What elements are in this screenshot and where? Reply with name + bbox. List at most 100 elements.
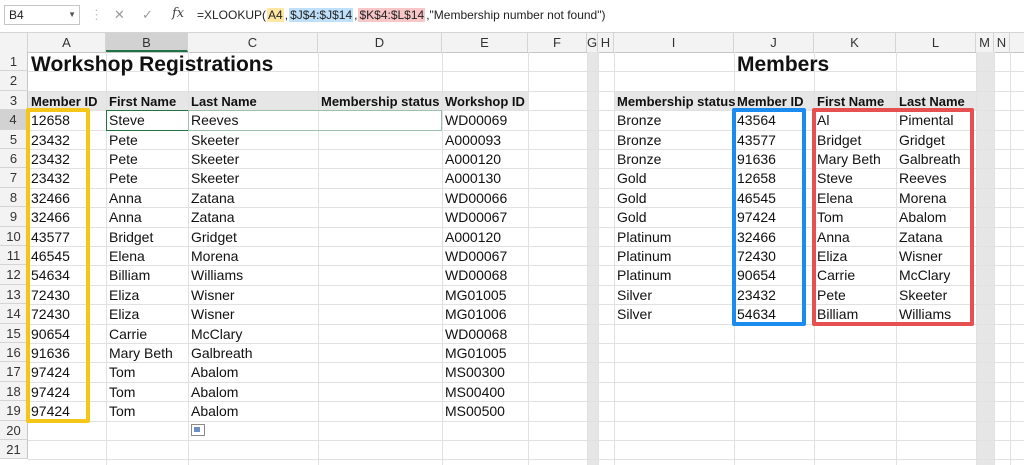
row-header-14[interactable]: 14 (0, 304, 28, 324)
column-header-h[interactable]: H (598, 33, 614, 52)
paste-options-icon[interactable] (191, 423, 205, 436)
table-cell[interactable]: Billiam (109, 266, 150, 285)
formula-input[interactable]: =XLOOKUP(A4, $J$4:$J$14, $K$4:$L$14 ,"Membe… (196, 5, 1016, 25)
table-cell[interactable]: Silver (617, 286, 652, 305)
column-header-m[interactable]: M (976, 33, 994, 52)
table-cell[interactable]: Gridget (191, 228, 237, 247)
table-cell[interactable]: Abalom (191, 383, 238, 402)
column-header-b[interactable]: B (106, 33, 188, 52)
table-cell[interactable]: Zatana (191, 208, 235, 227)
row-header-12[interactable]: 12 (0, 265, 28, 285)
table-cell[interactable]: Elena (109, 247, 145, 266)
table-cell[interactable]: Eliza (109, 286, 139, 305)
insert-function-icon[interactable]: fx (172, 6, 184, 21)
table-cell[interactable]: Eliza (109, 305, 139, 324)
column-header-i[interactable]: I (614, 33, 734, 52)
table-cell[interactable]: Gold (617, 169, 647, 188)
table-cell[interactable]: Gold (617, 208, 647, 227)
table-cell[interactable]: Bronze (617, 131, 661, 150)
row-header-17[interactable]: 17 (0, 362, 28, 382)
table-cell[interactable]: MG01005 (445, 344, 506, 363)
table-cell[interactable]: Mary Beth (109, 344, 173, 363)
table-cell[interactable]: McClary (191, 325, 242, 344)
table-cell[interactable]: MG01006 (445, 305, 506, 324)
enter-icon[interactable]: ✓ (142, 7, 153, 23)
table-cell[interactable]: Morena (191, 247, 238, 266)
table-cell[interactable]: Platinum (617, 228, 671, 247)
table-cell[interactable]: Zatana (191, 189, 235, 208)
row-header-18[interactable]: 18 (0, 381, 28, 402)
table-cell[interactable]: Pete (109, 169, 138, 188)
table-cell[interactable]: Pete (109, 131, 138, 150)
row-header-5[interactable]: 5 (0, 129, 28, 149)
cancel-icon[interactable]: ✕ (114, 7, 125, 23)
column-header-c[interactable]: C (188, 33, 318, 52)
table-cell[interactable]: Tom (109, 363, 135, 382)
table-cell[interactable]: MS00400 (445, 383, 505, 402)
table-cell[interactable]: A000120 (445, 228, 501, 247)
table-cell[interactable]: Abalom (191, 402, 238, 421)
table-cell[interactable]: Skeeter (191, 131, 239, 150)
row-header-4[interactable]: 4 (0, 110, 28, 130)
table-cell[interactable]: Abalom (191, 363, 238, 382)
table-cell[interactable]: WD00069 (445, 111, 507, 130)
row-header-2[interactable]: 2 (0, 71, 28, 91)
row-header-19[interactable]: 19 (0, 401, 28, 421)
table-cell[interactable]: Skeeter (191, 169, 239, 188)
table-cell[interactable]: Tom (109, 383, 135, 402)
table-cell[interactable]: WD00067 (445, 247, 507, 266)
table-cell[interactable]: Bronze (617, 111, 661, 130)
active-cell[interactable] (106, 110, 189, 131)
table-cell[interactable]: Pete (109, 150, 138, 169)
row-header-6[interactable]: 6 (0, 149, 28, 169)
row-header-20[interactable]: 20 (0, 420, 28, 440)
column-header-k[interactable]: K (814, 33, 896, 52)
row-header-11[interactable]: 11 (0, 246, 28, 266)
table-cell[interactable]: Platinum (617, 247, 671, 266)
table-cell[interactable]: WD00066 (445, 189, 507, 208)
table-cell[interactable]: Platinum (617, 266, 671, 285)
table-cell[interactable]: Williams (191, 266, 243, 285)
row-header-3[interactable]: 3 (0, 90, 28, 111)
column-header-a[interactable]: A (28, 33, 106, 52)
table-cell[interactable]: Skeeter (191, 150, 239, 169)
table-cell[interactable]: Silver (617, 305, 652, 324)
table-cell[interactable]: Anna (109, 208, 142, 227)
row-header-10[interactable]: 10 (0, 226, 28, 246)
row-header-21[interactable]: 21 (0, 440, 28, 460)
row-header-13[interactable]: 13 (0, 284, 28, 305)
row-header-9[interactable]: 9 (0, 207, 28, 227)
table-cell[interactable]: Bridget (109, 228, 153, 247)
table-cell[interactable]: A000130 (445, 169, 501, 188)
table-cell[interactable]: MG01005 (445, 286, 506, 305)
table-cell[interactable]: Anna (109, 189, 142, 208)
table-cell[interactable]: Wisner (191, 305, 235, 324)
table-cell[interactable]: A000120 (445, 150, 501, 169)
table-cell[interactable]: MS00500 (445, 402, 505, 421)
name-box[interactable]: B4 ▼ (4, 5, 80, 25)
table-cell[interactable]: WD00067 (445, 208, 507, 227)
column-header-d[interactable]: D (318, 33, 442, 52)
column-header-l[interactable]: L (896, 33, 976, 52)
table-cell[interactable]: Gold (617, 189, 647, 208)
row-header-7[interactable]: 7 (0, 168, 28, 188)
table-cell[interactable]: WD00068 (445, 266, 507, 285)
column-header-g[interactable]: G (587, 33, 598, 52)
table-cell[interactable]: A000093 (445, 131, 501, 150)
column-header-j[interactable]: J (734, 33, 814, 52)
row-header-8[interactable]: 8 (0, 187, 28, 208)
table-cell[interactable]: MS00300 (445, 363, 505, 382)
column-header-f[interactable]: F (528, 33, 587, 52)
table-cell[interactable]: Bronze (617, 150, 661, 169)
table-cell[interactable]: Tom (109, 402, 135, 421)
table-cell[interactable]: Galbreath (191, 344, 252, 363)
chevron-down-icon[interactable]: ▼ (68, 6, 76, 24)
row-header-16[interactable]: 16 (0, 343, 28, 363)
column-header-n[interactable]: N (994, 33, 1010, 52)
worksheet-grid[interactable]: Workshop Registrations Members Member ID Fi… (26, 52, 1024, 465)
row-header-1[interactable]: 1 (0, 52, 28, 72)
table-cell[interactable]: WD00068 (445, 325, 507, 344)
select-all-corner[interactable] (0, 33, 28, 52)
column-header-e[interactable]: E (442, 33, 528, 52)
table-cell[interactable]: Carrie (109, 325, 147, 344)
